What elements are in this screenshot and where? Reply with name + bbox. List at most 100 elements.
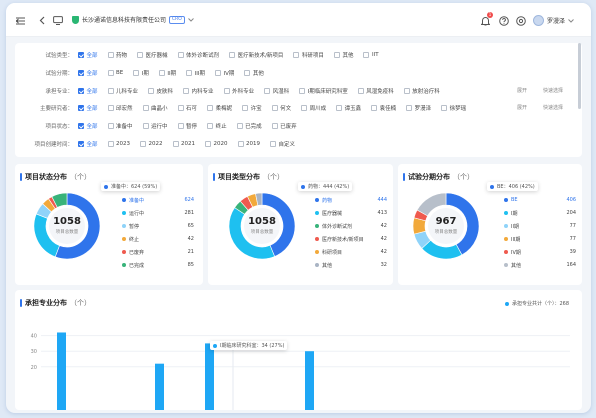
legend-item[interactable]: 其他 164 — [504, 261, 576, 269]
filter-option[interactable]: 许宝 — [242, 104, 262, 112]
filter-option[interactable]: 全部 — [78, 104, 98, 112]
filter-option[interactable]: 全部 — [78, 140, 98, 148]
filter-option[interactable]: 儿科专业 — [107, 87, 138, 95]
bar[interactable] — [57, 332, 66, 410]
legend-item[interactable]: 已废弃 21 — [122, 248, 194, 256]
checkbox[interactable] — [78, 123, 84, 129]
checkbox[interactable] — [301, 105, 308, 111]
filter-option[interactable]: 2020 — [205, 141, 228, 147]
bar[interactable] — [205, 343, 214, 410]
checkbox[interactable] — [133, 70, 140, 76]
filter-option[interactable]: 其他 — [244, 69, 264, 77]
legend-item[interactable]: 终止 42 — [122, 235, 194, 243]
checkbox[interactable] — [205, 141, 212, 147]
skin-theme-icon[interactable] — [515, 15, 526, 26]
legend-item[interactable]: 医疗器械 413 — [315, 209, 387, 217]
checkbox[interactable] — [207, 105, 214, 111]
organization-selector[interactable]: 长沙通诺信息科技有限责任公司 CRO — [72, 15, 194, 24]
filter-option[interactable]: II期 — [158, 69, 176, 77]
checkbox[interactable] — [357, 88, 364, 94]
checkbox[interactable] — [177, 105, 184, 111]
checkbox[interactable] — [107, 123, 114, 129]
checkbox[interactable] — [140, 141, 147, 147]
checkbox[interactable] — [333, 52, 340, 58]
checkbox[interactable] — [236, 123, 243, 129]
checkbox[interactable] — [183, 88, 190, 94]
filter-option[interactable]: 科研项目 — [293, 51, 324, 59]
legend-item[interactable]: 医疗新技术/新项目 42 — [315, 235, 387, 243]
back-icon[interactable] — [36, 15, 47, 26]
checkbox[interactable] — [223, 88, 230, 94]
filter-option[interactable]: 运行中 — [142, 122, 168, 130]
checkbox[interactable] — [242, 105, 249, 111]
filter-option[interactable]: 邱宏然 — [107, 104, 133, 112]
filter-option[interactable]: 药物 — [107, 51, 127, 59]
checkbox[interactable] — [142, 123, 149, 129]
expand-link[interactable]: 展开 — [517, 85, 527, 97]
filter-option[interactable]: 2022 — [140, 141, 163, 147]
checkbox[interactable] — [403, 88, 410, 94]
checkbox[interactable] — [78, 88, 84, 94]
bar[interactable] — [155, 363, 164, 410]
checkbox[interactable] — [271, 123, 278, 129]
checkbox[interactable] — [148, 88, 155, 94]
filter-option[interactable]: 石可 — [177, 104, 197, 112]
checkbox[interactable] — [207, 123, 214, 129]
checkbox[interactable] — [107, 52, 114, 58]
checkbox[interactable] — [107, 88, 114, 94]
checkbox[interactable] — [107, 141, 114, 147]
checkbox[interactable] — [158, 70, 165, 76]
checkbox[interactable] — [142, 105, 149, 111]
legend-item[interactable]: 运行中 281 — [122, 209, 194, 217]
filter-option[interactable]: 谭玉鑫 — [336, 104, 361, 112]
filter-option[interactable]: 外科专业 — [223, 87, 254, 95]
checkbox[interactable] — [264, 88, 271, 94]
checkbox[interactable] — [137, 52, 144, 58]
checkbox[interactable] — [271, 105, 278, 111]
legend-item[interactable]: 其他 32 — [315, 261, 387, 269]
checkbox[interactable] — [363, 52, 370, 58]
legend-item[interactable]: IV期 39 — [504, 248, 576, 256]
monitor-icon[interactable] — [52, 15, 63, 26]
filter-option[interactable]: 医疗器械 — [137, 51, 168, 59]
legend-item[interactable]: 暂停 65 — [122, 222, 194, 230]
checkbox[interactable] — [186, 70, 193, 76]
filter-option[interactable]: 2021 — [172, 141, 195, 147]
filter-option[interactable]: 风湿科 — [264, 87, 289, 95]
filter-option[interactable]: IIT — [363, 52, 379, 58]
checkbox[interactable] — [229, 52, 236, 58]
legend-item[interactable]: 已完成 85 — [122, 261, 194, 269]
filter-option[interactable]: 袁佳楠 — [371, 104, 396, 112]
checkbox[interactable] — [293, 52, 300, 58]
checkbox[interactable] — [78, 105, 84, 111]
help-icon[interactable] — [498, 15, 509, 26]
checkbox[interactable] — [78, 52, 84, 58]
checkbox[interactable] — [107, 70, 114, 76]
filter-option[interactable]: 暂停 — [177, 122, 197, 130]
filter-option[interactable]: 全部 — [78, 69, 98, 77]
filter-option[interactable]: III期 — [186, 69, 205, 77]
checkbox[interactable] — [406, 105, 413, 111]
legend-item[interactable]: 科研项目 42 — [315, 248, 387, 256]
specialty-bar-chart[interactable]: 40 30 20 — [15, 310, 575, 410]
checkbox[interactable] — [441, 105, 448, 111]
filter-option[interactable]: 内科专业 — [183, 87, 214, 95]
filter-option[interactable]: 全部 — [78, 51, 98, 59]
legend-item[interactable]: 体外诊断试剂 42 — [315, 222, 387, 230]
filter-option[interactable]: 2019 — [237, 141, 260, 147]
filter-option[interactable]: IV期 — [215, 69, 234, 77]
filter-option[interactable]: 体外诊断试剂 — [177, 51, 219, 59]
user-menu[interactable]: 罗漫泽 — [533, 15, 574, 26]
legend-item[interactable]: BE 406 — [504, 196, 576, 204]
checkbox[interactable] — [371, 105, 378, 111]
checkbox[interactable] — [215, 70, 222, 76]
quick-select-link[interactable]: 快速选择 — [543, 85, 563, 97]
filter-option[interactable]: 全部 — [78, 122, 98, 130]
checkbox[interactable] — [244, 70, 251, 76]
filter-option[interactable]: I期 — [133, 69, 149, 77]
menu-fold-icon[interactable] — [15, 15, 26, 26]
filter-option[interactable]: 曲晶小 — [142, 104, 168, 112]
checkbox[interactable] — [107, 105, 114, 111]
filter-option[interactable]: 全部 — [78, 87, 98, 95]
checkbox[interactable] — [78, 70, 84, 76]
